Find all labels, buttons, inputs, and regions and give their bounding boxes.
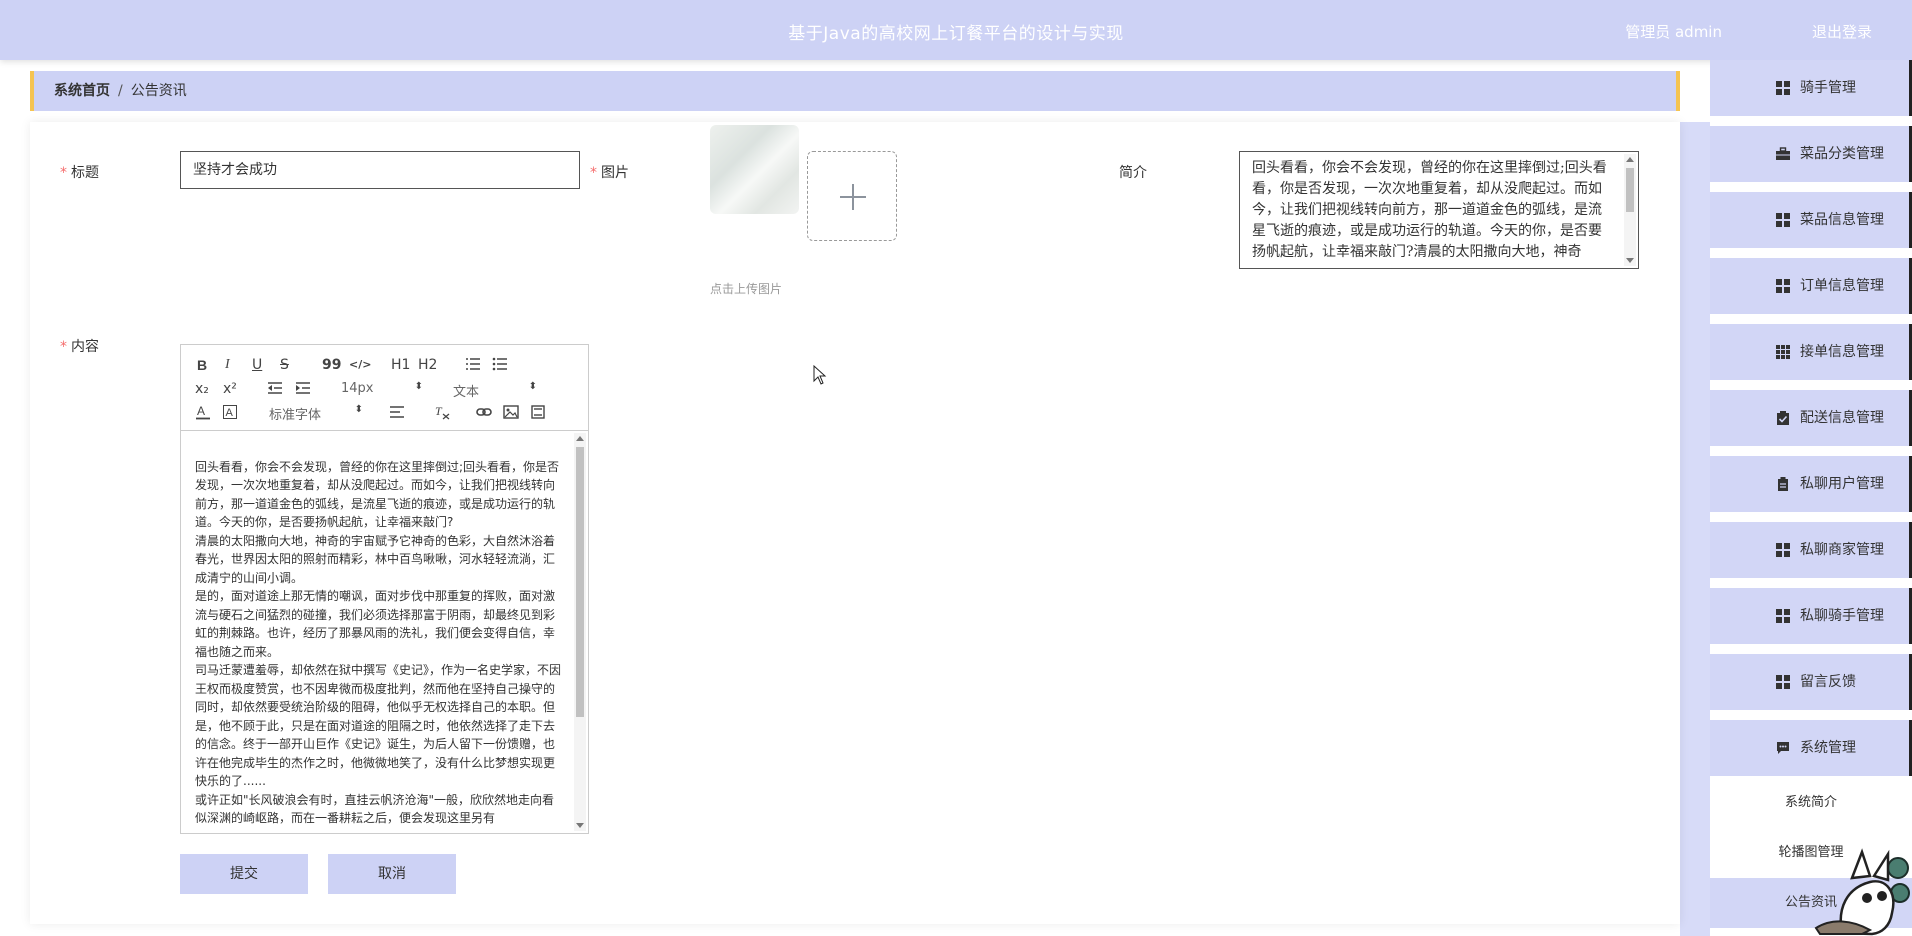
required-mark: * [590,165,597,181]
sidebar-item-chat-merchant[interactable]: 私聊商家管理 [1710,522,1912,578]
grid-icon [1776,543,1790,557]
svg-text:T: T [435,404,443,418]
title-input[interactable]: 坚持才会成功 [180,151,580,189]
font-size-select[interactable]: 14px ⬍ [341,381,423,396]
breadcrumb: 系统首页 / 公告资讯 [30,71,1680,111]
clipboard-check-icon [1777,411,1789,425]
subscript-button[interactable]: x₂ [195,381,209,397]
breadcrumb-current: 公告资讯 [130,83,187,99]
blockquote-button[interactable]: 99 [322,357,341,373]
image-label: * 图片 [590,165,629,181]
logout-link[interactable]: 退出登录 [1812,21,1872,42]
scroll-down-icon[interactable] [1626,258,1634,263]
content-label: * 内容 [60,339,99,355]
chat-icon [1777,742,1789,754]
grid-icon [1776,609,1790,623]
clear-format-icon[interactable]: T [434,404,450,420]
cancel-button[interactable]: 取消 [328,854,456,894]
mascot-icon [1814,848,1910,936]
svg-text:A: A [226,407,234,419]
background-color-icon[interactable]: A [223,404,237,420]
breadcrumb-home[interactable]: 系统首页 [54,83,110,99]
strike-button[interactable]: S [280,357,289,373]
font-color-icon[interactable]: A [196,404,210,420]
outdent-icon[interactable] [267,381,283,395]
align-icon[interactable] [389,405,405,419]
grid-icon [1776,81,1790,95]
sidebar-item-dish-category[interactable]: 菜品分类管理 [1710,126,1912,182]
sidebar-item-accept-order[interactable]: 接单信息管理 [1710,324,1912,380]
briefcase-icon [1776,147,1790,160]
sidebar-item-rider[interactable]: 骑手管理 [1710,60,1912,116]
intro-scrollbar[interactable] [1624,154,1636,266]
grid9-icon [1776,345,1790,359]
title-label: * 标题 [60,165,99,181]
intro-label: 简介 [1119,165,1147,181]
ordered-list-icon[interactable] [465,357,481,371]
grid-icon [1776,279,1790,293]
editor-text: 回头看看，你会不会发现，曾经的你在这里摔倒过;回头看看，你是否发现，一次次地重复… [195,459,562,826]
h2-button[interactable]: H2 [418,357,437,373]
submit-button[interactable]: 提交 [180,854,308,894]
sidebar-item-chat-rider[interactable]: 私聊骑手管理 [1710,588,1912,644]
top-bar: 基于Java的高校网上订餐平台的设计与实现 管理员 admin 退出登录 [0,0,1912,60]
bold-button[interactable]: B [197,357,207,373]
image-icon[interactable] [503,405,519,419]
select-caret-icon: ⬍ [414,381,423,392]
intro-textarea[interactable]: 回头看看，你会不会发现，曾经的你在这里摔倒过;回头看看，你是否发现，一次次地重复… [1239,151,1639,269]
editor-scrollbar[interactable] [574,433,586,831]
sidebar-item-chat-user[interactable]: 私聊用户管理 [1710,456,1912,512]
scroll-up-icon[interactable] [1626,157,1634,162]
intro-text: 回头看看，你会不会发现，曾经的你在这里摔倒过;回头看看，你是否发现，一次次地重复… [1252,160,1607,260]
upload-button[interactable] [807,151,897,241]
grid-icon [1776,675,1790,689]
image-thumbnail[interactable] [710,125,799,214]
sidebar-item-delivery[interactable]: 配送信息管理 [1710,390,1912,446]
required-mark: * [60,165,67,181]
sidebar-item-dish-info[interactable]: 菜品信息管理 [1710,192,1912,248]
h1-button[interactable]: H1 [391,357,410,373]
select-caret-icon: ⬍ [354,404,363,415]
select-caret-icon: ⬍ [528,381,537,392]
editor-content[interactable]: 回头看看，你会不会发现，曾经的你在这里摔倒过;回头看看，你是否发现，一次次地重复… [181,431,588,833]
required-mark: * [60,339,67,355]
mouse-cursor-icon [813,365,827,385]
rich-text-editor: B I U S 99 </> H1 H2 x₂ x² 14px ⬍ 文本 ⬍ A A… [180,344,589,834]
link-icon[interactable] [476,405,492,419]
code-block-button[interactable]: </> [349,357,371,373]
superscript-button[interactable]: x² [223,381,237,397]
sidebar: 骑手管理 菜品分类管理 菜品信息管理 订单信息管理 接单信息管理 配送信息管理 … [1710,60,1912,936]
current-user: 管理员 admin [1625,23,1722,41]
sidebar-item-feedback[interactable]: 留言反馈 [1710,654,1912,710]
video-icon[interactable] [531,405,545,419]
editor-toolbar: B I U S 99 </> H1 H2 x₂ x² 14px ⬍ 文本 ⬍ A A… [181,345,588,431]
indent-icon[interactable] [295,381,311,395]
sidebar-item-order-info[interactable]: 订单信息管理 [1710,258,1912,314]
header-select[interactable]: 文本 ⬍ [453,381,537,400]
bullet-list-icon[interactable] [492,357,508,371]
sidebar-item-system[interactable]: 系统管理 [1710,720,1912,776]
grid-icon [1776,213,1790,227]
sidebar-subitem-intro[interactable]: 系统简介 [1710,778,1912,828]
upload-hint: 点击上传图片 [710,282,783,296]
breadcrumb-separator: / [118,83,123,99]
content-edge [1680,122,1710,936]
italic-button[interactable]: I [225,357,230,373]
font-family-select[interactable]: 标准字体 ⬍ [269,404,363,423]
clipboard-icon [1778,477,1788,491]
scroll-down-icon[interactable] [576,823,584,828]
scroll-up-icon[interactable] [576,436,584,441]
underline-button[interactable]: U [252,357,262,373]
svg-text:A: A [197,404,205,418]
